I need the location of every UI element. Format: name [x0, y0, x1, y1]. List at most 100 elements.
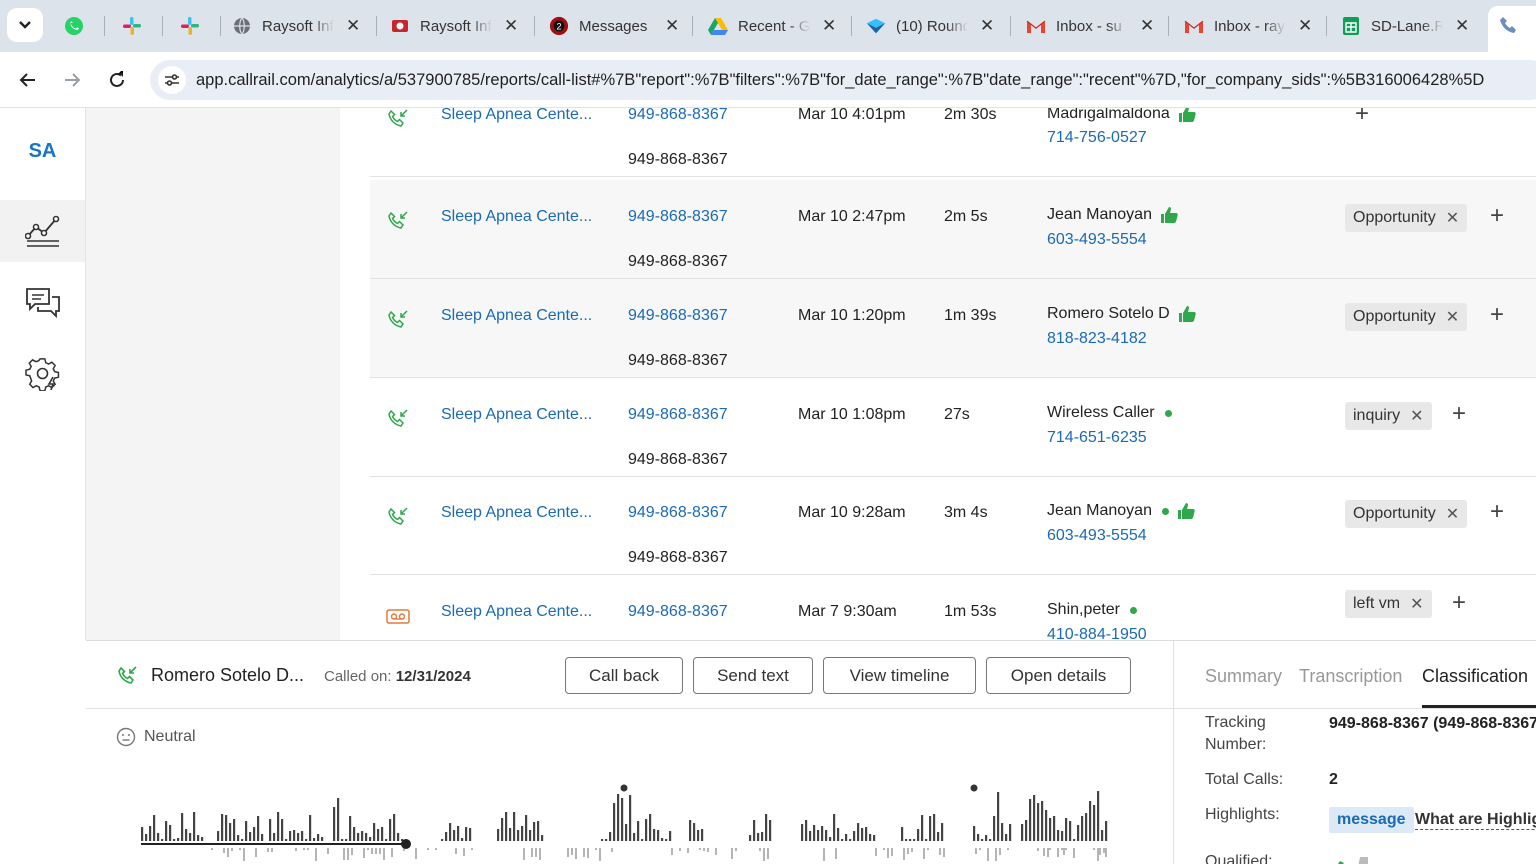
waveform-bar-secondary [731, 848, 733, 859]
table-row[interactable]: Sleep Apnea Cente... 949-868-8367 949-868-… [370, 279, 1536, 378]
tab-summary[interactable]: Summary [1205, 666, 1282, 687]
waveform-marker[interactable] [620, 784, 628, 792]
tab-slack-2[interactable] [180, 8, 210, 44]
close-tab-icon[interactable]: ✕ [665, 16, 679, 36]
address-bar[interactable]: app.callrail.com/analytics/a/537900785/r… [150, 60, 1536, 100]
call-source-link[interactable]: Sleep Apnea Cente... [441, 307, 592, 325]
tab-raysoft-2[interactable]: Raysoft Inf ✕ [390, 8, 518, 44]
caller-phone-link[interactable]: 603-493-5554 [1047, 527, 1147, 545]
tracking-number-link[interactable]: 949-868-8367 [628, 208, 728, 226]
call-back-button[interactable]: Call back [565, 657, 683, 694]
waveform-bar [977, 834, 980, 841]
thumbs-up-icon[interactable] [1160, 206, 1178, 224]
tab-roundcube[interactable]: (10) Round ✕ [866, 8, 994, 44]
call-tag[interactable]: Opportunity ✕ [1345, 500, 1468, 528]
call-tag[interactable]: left vm ✕ [1345, 590, 1432, 618]
tracking-number-link[interactable]: 949-868-8367 [628, 307, 728, 325]
tab-transcription[interactable]: Transcription [1299, 666, 1402, 687]
close-tab-icon[interactable]: ✕ [504, 16, 518, 36]
close-tab-icon[interactable]: ✕ [346, 16, 360, 36]
playhead-handle[interactable] [401, 839, 411, 849]
waveform-marker[interactable] [970, 784, 978, 792]
tab-sheets[interactable]: SD-Lane.R ✕ [1341, 8, 1469, 44]
add-tag-button[interactable]: + [1452, 589, 1466, 617]
remove-tag-icon[interactable]: ✕ [1446, 208, 1459, 228]
waveform-bar [833, 814, 836, 841]
tab-gmail-1[interactable]: Inbox - su ✕ [1026, 8, 1154, 44]
waveform-bar [229, 823, 232, 841]
close-tab-icon[interactable]: ✕ [1140, 16, 1154, 36]
remove-tag-icon[interactable]: ✕ [1410, 594, 1423, 614]
close-tab-icon[interactable]: ✕ [1455, 16, 1469, 36]
reload-button[interactable] [101, 64, 133, 96]
tab-messages[interactable]: 2 Messages ✕ [549, 8, 679, 44]
tracking-number-link[interactable]: 949-868-8367 [628, 504, 728, 522]
tracking-number-link[interactable]: 949-868-8367 [628, 108, 728, 124]
call-tag[interactable]: Opportunity ✕ [1345, 303, 1468, 331]
tab-classification[interactable]: Classification [1422, 666, 1528, 687]
call-source-link[interactable]: Sleep Apnea Cente... [441, 406, 592, 424]
add-tag-button[interactable]: + [1490, 498, 1504, 526]
tab-callrail-active[interactable] [1488, 6, 1536, 52]
tab-google-drive[interactable]: Recent - G ✕ [708, 8, 836, 44]
thumbs-up-icon[interactable] [1178, 108, 1196, 123]
table-row[interactable]: Sleep Apnea Cente... 949-868-8367 949-868-… [370, 108, 1536, 177]
caller-name: Jean Manoyan [1047, 206, 1152, 223]
table-row[interactable]: Sleep Apnea Cente... 949-868-8367 949-868-… [370, 476, 1536, 575]
caller-phone-link[interactable]: 818-823-4182 [1047, 330, 1147, 348]
remove-tag-icon[interactable]: ✕ [1446, 307, 1459, 327]
sidebar-item-conversations[interactable] [0, 272, 85, 334]
close-tab-icon[interactable]: ✕ [980, 16, 994, 36]
view-timeline-button[interactable]: View timeline [823, 657, 976, 694]
waveform-bar-secondary [595, 848, 597, 850]
waveform-bar [257, 816, 260, 841]
tracking-number-link[interactable]: 949-868-8367 [628, 603, 728, 621]
caller-phone-link[interactable]: 410-884-1950 [1047, 626, 1147, 640]
caller-phone-link[interactable]: 603-493-5554 [1047, 231, 1147, 249]
table-row[interactable]: Sleep Apnea Cente... 949-868-8367 949-868-… [370, 378, 1536, 477]
sidebar-item-settings[interactable] [0, 343, 85, 405]
total-calls-label: Total Calls: [1205, 771, 1284, 788]
sidebar-item-analytics[interactable] [0, 200, 85, 262]
add-tag-button[interactable]: + [1490, 301, 1504, 329]
call-audio-waveform[interactable] [141, 781, 1116, 864]
caller-phone-link[interactable]: 714-756-0527 [1047, 129, 1147, 147]
open-details-button[interactable]: Open details [986, 657, 1131, 694]
tab-whatsapp[interactable] [64, 8, 94, 44]
add-tag-button[interactable]: + [1355, 108, 1369, 128]
table-row[interactable]: Sleep Apnea Cente... 949-868-8367 Mar 7 9:… [370, 575, 1536, 640]
tracking-number-link[interactable]: 949-868-8367 [628, 406, 728, 424]
call-tag[interactable]: Opportunity ✕ [1345, 204, 1468, 232]
thumbs-up-icon[interactable] [1178, 305, 1196, 323]
account-logo[interactable]: SA [0, 140, 85, 163]
what-are-highlights-link[interactable]: What are Highlights? [1415, 811, 1536, 830]
send-text-button[interactable]: Send text [693, 657, 813, 694]
waveform-bar-secondary [471, 848, 473, 850]
close-tab-icon[interactable]: ✕ [1298, 16, 1312, 36]
tab-gmail-2[interactable]: Inbox - ray ✕ [1184, 8, 1312, 44]
add-tag-button[interactable]: + [1490, 202, 1504, 230]
close-tab-icon[interactable]: ✕ [822, 16, 836, 36]
tab-raysoft-1[interactable]: Raysoft Inf ✕ [232, 8, 360, 44]
forward-button[interactable] [56, 64, 88, 96]
waveform-bar [285, 839, 288, 841]
call-source-link[interactable]: Sleep Apnea Cente... [441, 504, 592, 522]
waveform-bar [649, 814, 652, 841]
table-row[interactable]: Sleep Apnea Cente... 949-868-8367 949-868-… [370, 180, 1536, 279]
caller-phone-link[interactable]: 714-651-6235 [1047, 429, 1147, 447]
add-tag-button[interactable]: + [1452, 400, 1466, 428]
back-button[interactable] [12, 64, 44, 96]
tab-slack-1[interactable] [122, 8, 152, 44]
tab-search-dropdown[interactable] [7, 8, 43, 42]
site-info-icon[interactable] [158, 66, 186, 94]
call-source-link[interactable]: Sleep Apnea Cente... [441, 108, 592, 124]
thumbs-up-icon[interactable] [1177, 502, 1195, 520]
waveform-bar [929, 816, 932, 841]
remove-tag-icon[interactable]: ✕ [1446, 504, 1459, 524]
call-source-link[interactable]: Sleep Apnea Cente... [441, 603, 592, 621]
call-source-link[interactable]: Sleep Apnea Cente... [441, 208, 592, 226]
call-tag[interactable]: inquiry ✕ [1345, 402, 1432, 430]
highlight-chip[interactable]: message [1329, 807, 1414, 833]
remove-tag-icon[interactable]: ✕ [1410, 406, 1423, 426]
qualified-thumbs-icons[interactable] [1334, 853, 1374, 864]
